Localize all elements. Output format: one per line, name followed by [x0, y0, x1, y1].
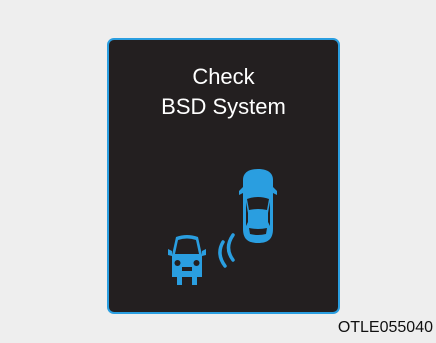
figure-code: OTLE055040	[337, 319, 433, 336]
warning-line-1: Check	[192, 64, 255, 89]
car-top-view-icon	[238, 167, 278, 245]
warning-panel: Check BSD System	[107, 38, 340, 314]
radar-waves-icon	[211, 232, 241, 272]
warning-message: Check BSD System	[109, 62, 338, 122]
warning-line-2: BSD System	[161, 94, 286, 119]
car-rear-view-icon	[168, 233, 206, 287]
